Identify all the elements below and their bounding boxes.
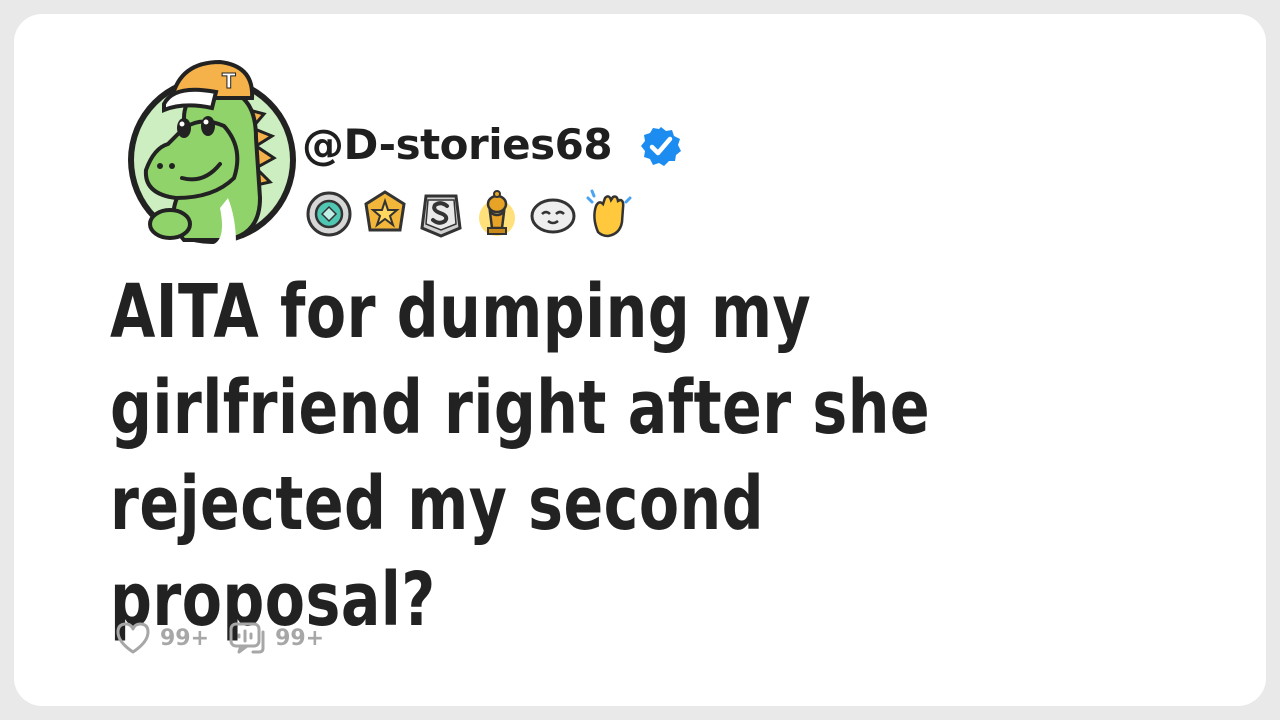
silver-s-award-icon[interactable] xyxy=(416,188,466,240)
clapping-hands-award-icon[interactable] xyxy=(584,188,634,240)
star-award-icon[interactable] xyxy=(360,188,410,240)
like-button[interactable]: 99+ xyxy=(114,620,209,656)
award-badges xyxy=(304,186,634,242)
wholesome-seal-award-icon[interactable] xyxy=(528,188,578,240)
comment-count: 99+ xyxy=(275,625,325,651)
username[interactable]: @D-stories68 xyxy=(302,120,613,169)
post-card: T @D-stories68 AITA for dumping my girlf… xyxy=(14,14,1266,706)
comment-icon xyxy=(229,622,265,654)
post-stats: 99+ 99+ xyxy=(114,616,334,660)
heart-icon xyxy=(116,622,150,654)
comment-button[interactable]: 99+ xyxy=(227,620,324,656)
post-title: AITA for dumping my girlfriend right aft… xyxy=(110,269,931,643)
svg-text:T: T xyxy=(222,69,236,93)
gold-trophy-award-icon[interactable] xyxy=(472,188,522,240)
dinosaur-avatar[interactable]: T xyxy=(124,48,300,248)
like-count: 99+ xyxy=(160,625,210,651)
gem-award-icon[interactable] xyxy=(304,188,354,240)
verified-check-icon xyxy=(641,127,681,166)
